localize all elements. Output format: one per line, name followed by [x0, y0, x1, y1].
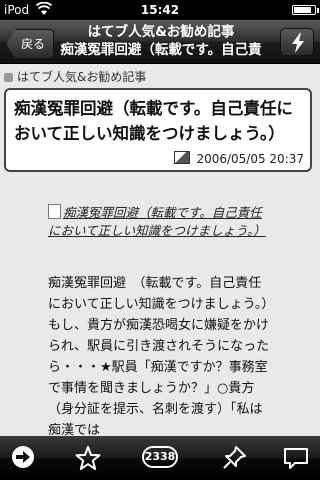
comment-icon	[284, 448, 308, 469]
action-button[interactable]	[280, 28, 314, 56]
open-link-button[interactable]	[10, 444, 36, 472]
nav-title-line2: 痴漢冤罪回避（転載です。自己責	[60, 42, 262, 58]
clock: 15:42	[140, 3, 180, 17]
feed-icon	[4, 73, 13, 82]
back-button[interactable]: 戻る	[6, 29, 55, 59]
bookmark-count-badge[interactable]: 2338	[142, 446, 178, 468]
comment-button[interactable]	[282, 444, 310, 472]
article-content[interactable]: はてブ人気&お勧め記事 痴漢冤罪回避（転載です。自己責任において正しい知識をつけ…	[0, 64, 320, 436]
nav-title: はてブ人気&お勧め記事 痴漢冤罪回避（転載です。自己責	[54, 23, 268, 59]
pin-icon	[223, 446, 246, 469]
battery-icon	[292, 5, 319, 15]
arrow-right-icon	[12, 446, 34, 468]
lightning-bolt-icon	[292, 33, 304, 53]
feed-name-row: はてブ人気&お勧め記事	[4, 68, 146, 85]
entry-date: 2006/05/05 20:37	[196, 152, 304, 166]
article-body: 痴漢冤罪回避 （転載です。自己責任において正しい知識をつけましょう。） もし、貴…	[48, 276, 281, 436]
entry-header-card: 痴漢冤罪回避（転載です。自己責任において正しい知識をつけましょう。） 2006/…	[4, 88, 312, 172]
document-icon	[48, 204, 61, 219]
tab-bar: 2338	[0, 436, 320, 480]
pin-button[interactable]	[220, 444, 248, 472]
navigation-bar: 戻る はてブ人気&お勧め記事 痴漢冤罪回避（転載です。自己責	[0, 20, 320, 64]
status-bar: iPod 15:42	[0, 0, 320, 20]
entry-title: 痴漢冤罪回避（転載です。自己責任において正しい知識をつけましょう。）	[14, 99, 293, 143]
article-link-text: 痴漢冤罪回避（転載です。自己責任において正しい知識をつけましょう。）	[48, 205, 266, 238]
nav-title-line1: はてブ人気&お勧め記事	[87, 24, 235, 40]
entry-meta: 2006/05/05 20:37	[174, 151, 304, 166]
favorite-button[interactable]	[74, 444, 102, 472]
article-link[interactable]: 痴漢冤罪回避（転載です。自己責任において正しい知識をつけましょう。）	[48, 204, 268, 240]
feed-name: はてブ人気&お勧め記事	[17, 70, 147, 84]
image-icon	[174, 151, 191, 164]
star-icon	[75, 446, 101, 470]
